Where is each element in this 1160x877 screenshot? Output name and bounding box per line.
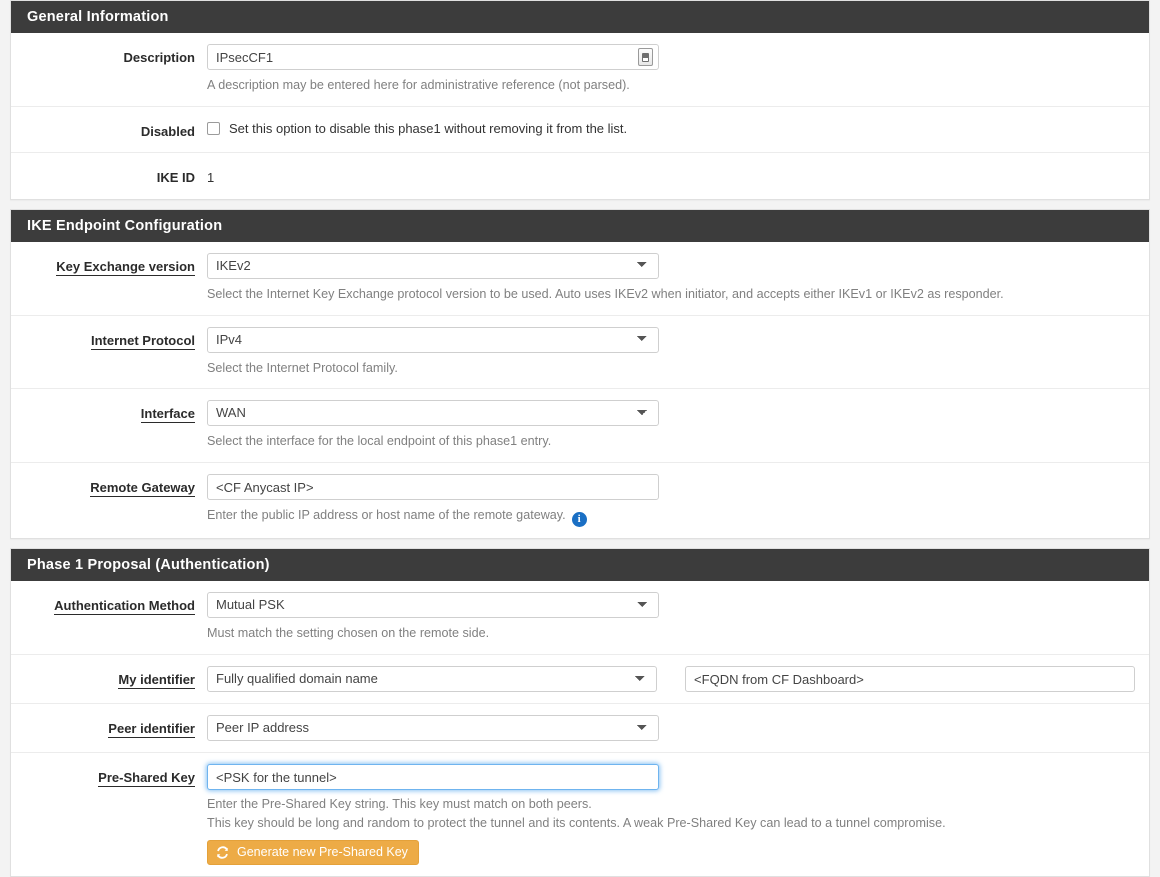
form-row-my-identifier: My identifier Fully qualified domain nam… (11, 655, 1149, 704)
control-interface: WAN Select the interface for the local e… (207, 400, 1149, 451)
form-row-key-exchange-version: Key Exchange version IKEv2 Select the In… (11, 242, 1149, 316)
generate-pre-shared-key-button[interactable]: Generate new Pre-Shared Key (207, 840, 419, 865)
label-pre-shared-key-text[interactable]: Pre-Shared Key (98, 771, 195, 787)
label-ike-id: IKE ID (11, 164, 207, 187)
control-authentication-method: Mutual PSK Must match the setting chosen… (207, 592, 1149, 643)
autofill-glyph (642, 53, 649, 62)
panel-body-ike-endpoint-configuration: Key Exchange version IKEv2 Select the In… (11, 242, 1149, 539)
disabled-checkbox[interactable] (207, 122, 220, 135)
description-input[interactable] (207, 44, 659, 70)
label-key-exchange-version: Key Exchange version (11, 253, 207, 276)
control-peer-identifier: Peer IP address (207, 715, 1149, 741)
label-authentication-method: Authentication Method (11, 592, 207, 615)
my-identifier-type-select[interactable]: Fully qualified domain name (207, 666, 657, 692)
panel-heading-general-information: General Information (11, 1, 1149, 33)
panel-ike-endpoint-configuration: IKE Endpoint Configuration Key Exchange … (10, 209, 1150, 540)
help-authentication-method: Must match the setting chosen on the rem… (207, 624, 1135, 643)
form-row-ike-id: IKE ID 1 (11, 153, 1149, 199)
label-description-text: Description (123, 49, 195, 67)
label-interface: Interface (11, 400, 207, 423)
control-key-exchange-version: IKEv2 Select the Internet Key Exchange p… (207, 253, 1149, 304)
info-icon[interactable]: i (572, 512, 587, 527)
help-pre-shared-key: Enter the Pre-Shared Key string. This ke… (207, 795, 1135, 833)
autofill-icon[interactable] (638, 48, 653, 66)
panel-phase-1-proposal: Phase 1 Proposal (Authentication) Authen… (10, 548, 1150, 877)
help-interface: Select the interface for the local endpo… (207, 432, 1135, 451)
disabled-checkbox-line: Set this option to disable this phase1 w… (207, 118, 1135, 136)
panel-heading-ike-endpoint-configuration: IKE Endpoint Configuration (11, 210, 1149, 242)
label-interface-text[interactable]: Interface (141, 407, 195, 423)
help-description: A description may be entered here for ad… (207, 76, 1135, 95)
form-row-internet-protocol: Internet Protocol IPv4 Select the Intern… (11, 316, 1149, 390)
panel-body-phase-1-proposal: Authentication Method Mutual PSK Must ma… (11, 581, 1149, 876)
my-identifier-value-input[interactable] (685, 666, 1135, 692)
generate-pre-shared-key-label: Generate new Pre-Shared Key (237, 844, 408, 861)
label-my-identifier-text[interactable]: My identifier (118, 673, 195, 689)
help-remote-gateway-text: Enter the public IP address or host name… (207, 508, 566, 522)
ipsec-phase1-form: General Information Description A descri… (0, 0, 1160, 877)
help-key-exchange-version: Select the Internet Key Exchange protoco… (207, 285, 1135, 304)
control-ike-id: 1 (207, 164, 1149, 188)
form-row-interface: Interface WAN Select the interface for t… (11, 389, 1149, 463)
label-internet-protocol: Internet Protocol (11, 327, 207, 350)
label-internet-protocol-text[interactable]: Internet Protocol (91, 334, 195, 350)
authentication-method-select[interactable]: Mutual PSK (207, 592, 659, 618)
interface-select[interactable]: WAN (207, 400, 659, 426)
refresh-icon (215, 845, 230, 860)
panel-body-general-information: Description A description may be entered… (11, 33, 1149, 198)
label-disabled-text: Disabled (141, 123, 195, 141)
label-authentication-method-text[interactable]: Authentication Method (54, 599, 195, 615)
help-remote-gateway: Enter the public IP address or host name… (207, 506, 1135, 527)
label-remote-gateway-text[interactable]: Remote Gateway (90, 481, 195, 497)
label-disabled: Disabled (11, 118, 207, 141)
key-exchange-version-select[interactable]: IKEv2 (207, 253, 659, 279)
control-disabled: Set this option to disable this phase1 w… (207, 118, 1149, 136)
description-input-wrap (207, 44, 659, 70)
ike-id-value: 1 (207, 164, 1135, 188)
my-identifier-row: Fully qualified domain name (207, 666, 1135, 692)
label-key-exchange-version-text[interactable]: Key Exchange version (56, 260, 195, 276)
panel-heading-phase-1-proposal: Phase 1 Proposal (Authentication) (11, 549, 1149, 581)
label-pre-shared-key: Pre-Shared Key (11, 764, 207, 787)
form-row-remote-gateway: Remote Gateway Enter the public IP addre… (11, 463, 1149, 538)
remote-gateway-input[interactable] (207, 474, 659, 500)
label-remote-gateway: Remote Gateway (11, 474, 207, 497)
form-row-peer-identifier: Peer identifier Peer IP address (11, 704, 1149, 753)
label-my-identifier: My identifier (11, 666, 207, 689)
form-row-authentication-method: Authentication Method Mutual PSK Must ma… (11, 581, 1149, 655)
disabled-checkbox-label[interactable]: Set this option to disable this phase1 w… (229, 121, 627, 136)
form-row-pre-shared-key: Pre-Shared Key Enter the Pre-Shared Key … (11, 753, 1149, 876)
internet-protocol-select[interactable]: IPv4 (207, 327, 659, 353)
control-description: A description may be entered here for ad… (207, 44, 1149, 95)
help-internet-protocol: Select the Internet Protocol family. (207, 359, 1135, 378)
label-peer-identifier: Peer identifier (11, 715, 207, 738)
control-internet-protocol: IPv4 Select the Internet Protocol family… (207, 327, 1149, 378)
control-my-identifier: Fully qualified domain name (207, 666, 1149, 692)
label-description: Description (11, 44, 207, 67)
form-row-description: Description A description may be entered… (11, 33, 1149, 107)
help-pre-shared-key-line-1: Enter the Pre-Shared Key string. This ke… (207, 795, 1135, 814)
help-pre-shared-key-line-2: This key should be long and random to pr… (207, 814, 1135, 833)
control-pre-shared-key: Enter the Pre-Shared Key string. This ke… (207, 764, 1149, 865)
peer-identifier-select[interactable]: Peer IP address (207, 715, 659, 741)
panel-general-information: General Information Description A descri… (10, 0, 1150, 200)
pre-shared-key-input[interactable] (207, 764, 659, 790)
label-ike-id-text: IKE ID (157, 169, 195, 187)
label-peer-identifier-text[interactable]: Peer identifier (108, 722, 195, 738)
form-row-disabled: Disabled Set this option to disable this… (11, 107, 1149, 153)
control-remote-gateway: Enter the public IP address or host name… (207, 474, 1149, 527)
